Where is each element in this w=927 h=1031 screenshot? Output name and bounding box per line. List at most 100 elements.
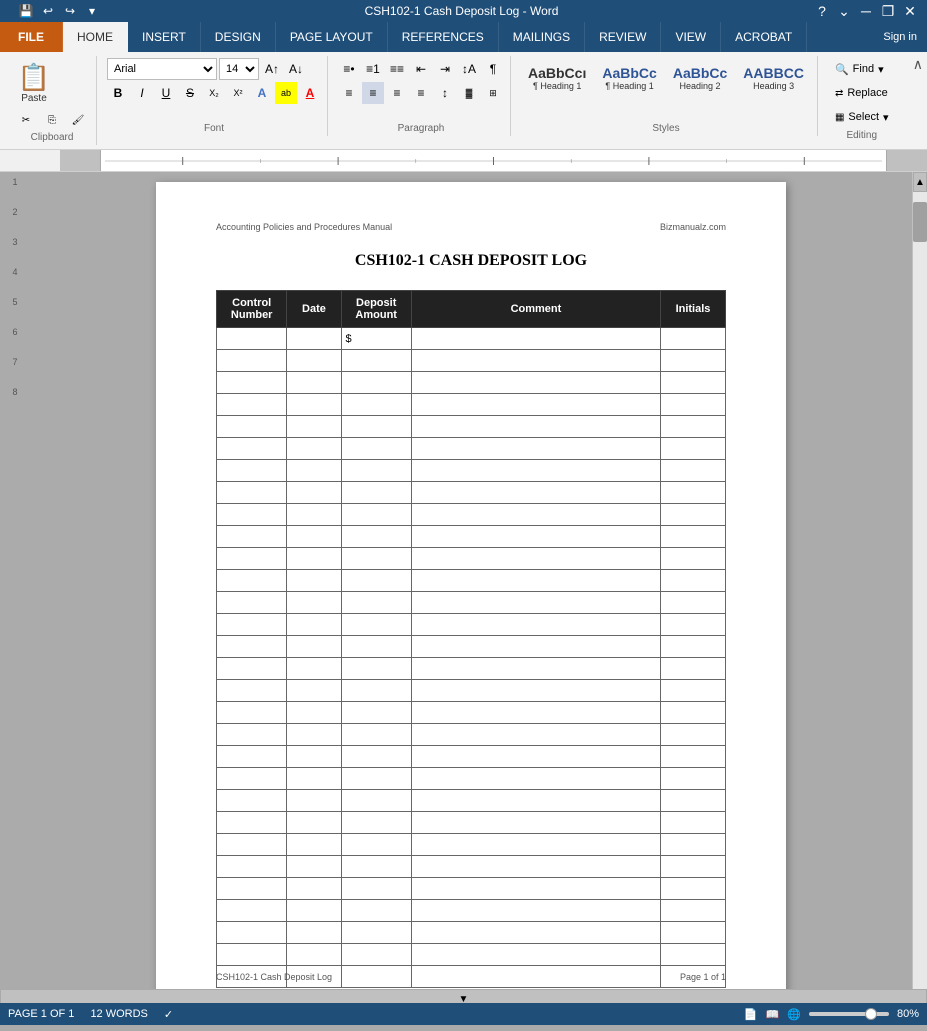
style-heading3[interactable]: AABBCC Heading 3	[738, 60, 809, 96]
status-bar: PAGE 1 OF 1 12 WORDS ✓ 📄 📖 🌐 80%	[0, 1003, 927, 1025]
tab-view[interactable]: VIEW	[661, 22, 721, 52]
table-row[interactable]	[217, 372, 726, 394]
table-row[interactable]	[217, 350, 726, 372]
document-title[interactable]: CSH102-1 CASH DEPOSIT LOG	[216, 252, 726, 270]
tab-home[interactable]: HOME	[63, 22, 128, 52]
table-row[interactable]	[217, 922, 726, 944]
table-row[interactable]	[217, 746, 726, 768]
shading-button[interactable]: ▓	[458, 82, 480, 104]
font-group: Arial 14 A↑ A↓ B I U S X₂ X² A ab A Font	[101, 56, 328, 136]
minimize-button[interactable]: ─	[857, 2, 875, 20]
bold-button[interactable]: B	[107, 82, 129, 104]
tab-references[interactable]: REFERENCES	[388, 22, 499, 52]
document-page[interactable]: Accounting Policies and Procedures Manua…	[156, 182, 786, 1002]
close-button[interactable]: ✕	[901, 2, 919, 20]
undo-button[interactable]: ↩	[38, 1, 58, 21]
table-row[interactable]	[217, 548, 726, 570]
table-row[interactable]	[217, 944, 726, 966]
font-size-select[interactable]: 14	[219, 58, 259, 80]
sort-button[interactable]: ↕A	[458, 58, 480, 80]
table-row[interactable]	[217, 614, 726, 636]
table-row[interactable]	[217, 658, 726, 680]
title-bar: 💾 ↩ ↪ ▾ CSH102-1 Cash Deposit Log - Word…	[0, 0, 927, 22]
paste-button[interactable]: 📋 Paste	[14, 58, 54, 108]
table-row[interactable]	[217, 460, 726, 482]
underline-button[interactable]: U	[155, 82, 177, 104]
align-center-button[interactable]: ≡	[362, 82, 384, 104]
view-reading-mode-button[interactable]: 📖	[766, 1008, 780, 1021]
style-heading1[interactable]: AaBbCc ¶ Heading 1	[597, 60, 661, 96]
format-painter-button[interactable]: 🖌	[66, 110, 90, 130]
sign-in-button[interactable]: Sign in	[883, 22, 927, 52]
show-paragraph-button[interactable]: ¶	[482, 58, 504, 80]
table-row[interactable]	[217, 416, 726, 438]
strikethrough-button[interactable]: S	[179, 82, 201, 104]
decrease-indent-button[interactable]: ⇤	[410, 58, 432, 80]
restore-button[interactable]: ❐	[879, 2, 897, 20]
find-button[interactable]: 🔍 Find ▾	[828, 58, 891, 80]
proofing-icon[interactable]: ✓	[164, 1008, 173, 1021]
quick-access-more-button[interactable]: ▾	[82, 1, 102, 21]
borders-button[interactable]: ⊞	[482, 82, 504, 104]
table-row[interactable]	[217, 570, 726, 592]
line-spacing-button[interactable]: ↕	[434, 82, 456, 104]
ribbon-collapse-button[interactable]: ⌄	[835, 2, 853, 20]
tab-design[interactable]: DESIGN	[201, 22, 276, 52]
table-row[interactable]	[217, 504, 726, 526]
tab-review[interactable]: REVIEW	[585, 22, 661, 52]
align-left-button[interactable]: ≡	[338, 82, 360, 104]
text-effect-button[interactable]: A	[251, 82, 273, 104]
redo-button[interactable]: ↪	[60, 1, 80, 21]
table-row[interactable]	[217, 592, 726, 614]
table-row[interactable]	[217, 482, 726, 504]
quick-access-toolbar: 💾 ↩ ↪ ▾	[8, 0, 110, 23]
table-row[interactable]	[217, 680, 726, 702]
table-row[interactable]	[217, 636, 726, 658]
help-button[interactable]: ?	[813, 2, 831, 20]
view-web-layout-button[interactable]: 🌐	[787, 1008, 801, 1021]
font-color-button[interactable]: A	[299, 82, 321, 104]
table-row[interactable]	[217, 768, 726, 790]
superscript-button[interactable]: X²	[227, 82, 249, 104]
tab-insert[interactable]: INSERT	[128, 22, 201, 52]
table-row[interactable]	[217, 834, 726, 856]
highlight-button[interactable]: ab	[275, 82, 297, 104]
table-row[interactable]	[217, 878, 726, 900]
style-normal[interactable]: AaBbCcı ¶ Heading 1	[523, 60, 591, 96]
ribbon-collapse-arrow[interactable]: ∧	[913, 56, 923, 73]
font-name-select[interactable]: Arial	[107, 58, 217, 80]
tab-file[interactable]: FILE	[0, 22, 63, 52]
view-print-layout-button[interactable]: 📄	[744, 1008, 758, 1021]
multilevel-list-button[interactable]: ≡≡	[386, 58, 408, 80]
table-row[interactable]	[217, 438, 726, 460]
font-grow-button[interactable]: A↑	[261, 58, 283, 80]
align-right-button[interactable]: ≡	[386, 82, 408, 104]
numbering-button[interactable]: ≡1	[362, 58, 384, 80]
style-heading2[interactable]: AaBbCc Heading 2	[668, 60, 732, 96]
table-row[interactable]	[217, 856, 726, 878]
tab-acrobat[interactable]: ACROBAT	[721, 22, 807, 52]
table-row[interactable]	[217, 724, 726, 746]
tab-mailings[interactable]: MAILINGS	[499, 22, 585, 52]
save-button[interactable]: 💾	[16, 1, 36, 21]
select-button[interactable]: ▦ Select ▾	[828, 106, 896, 128]
tab-page-layout[interactable]: PAGE LAYOUT	[276, 22, 388, 52]
table-row[interactable]	[217, 790, 726, 812]
subscript-button[interactable]: X₂	[203, 82, 225, 104]
vertical-scrollbar[interactable]: ▲ ▼	[912, 172, 927, 1003]
table-row[interactable]	[217, 526, 726, 548]
font-shrink-button[interactable]: A↓	[285, 58, 307, 80]
table-row[interactable]: $	[217, 328, 726, 350]
table-row[interactable]	[217, 702, 726, 724]
table-row[interactable]	[217, 394, 726, 416]
replace-button[interactable]: ⇄ Replace	[828, 82, 895, 104]
table-row[interactable]	[217, 812, 726, 834]
table-row[interactable]	[217, 900, 726, 922]
bullets-button[interactable]: ≡•	[338, 58, 360, 80]
copy-button[interactable]: ⎘	[40, 110, 64, 130]
cut-button[interactable]: ✂	[14, 110, 38, 130]
justify-button[interactable]: ≡	[410, 82, 432, 104]
increase-indent-button[interactable]: ⇥	[434, 58, 456, 80]
zoom-slider[interactable]	[809, 1012, 889, 1016]
italic-button[interactable]: I	[131, 82, 153, 104]
